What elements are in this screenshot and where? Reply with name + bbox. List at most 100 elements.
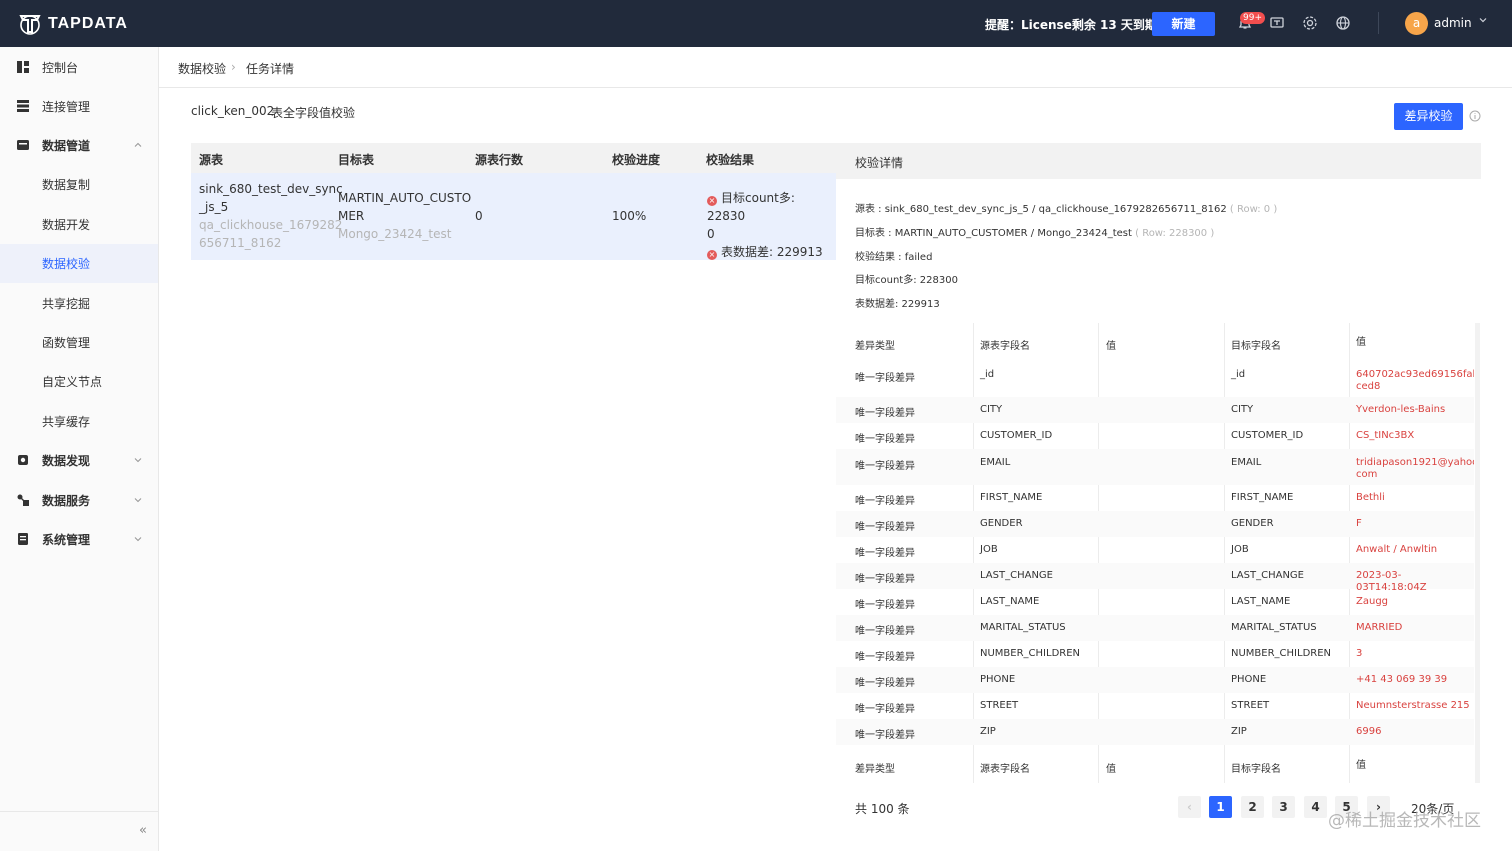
diff-type-cell: 唯一字段差异 [855,522,915,533]
sidebar-item-shared-cache[interactable]: 共享缓存 [0,402,158,441]
diff-type-cell: 唯一字段差异 [855,652,915,663]
settings-icon[interactable] [1301,14,1319,32]
column-header: 值 [1106,341,1116,352]
diff-type-cell: 唯一字段差异 [855,408,915,419]
diff-verify-button[interactable]: 差异校验 [1394,103,1463,130]
target-value-cell: 6996 [1356,726,1382,737]
target-value-cell: 640702ac93ed69156fab ced8 [1356,369,1474,392]
chevron-up-icon [134,142,142,147]
table-row: 唯一字段差异 STREET STREET Neumnsterstrasse 215 [836,693,1474,719]
target-field-cell: CITY [1231,404,1254,415]
detail-header: 校验详情 [836,143,1481,179]
source-field-cell: LAST_CHANGE [980,570,1053,581]
diff-table: 差异类型 源表字段名 值 目标字段名 值 唯一字段差异 _id _id 640702a… [836,323,1474,783]
sidebar-item-custom-nodes[interactable]: 自定义节点 [0,362,158,401]
sidebar-item-label: 控制台 [42,61,79,75]
sidebar-item-data-verify[interactable]: 数据校验 [0,244,158,283]
table-row: 唯一字段差异 PHONE PHONE +41 43 069 39 39 [836,667,1474,693]
detail-source-rows: ( Row: 0 ) [1229,204,1278,215]
target-table-name: MARTIN_AUTO_CUSTO [338,191,472,205]
logo[interactable]: TAPDATA [18,12,128,36]
sidebar-item-data-dev[interactable]: 数据开发 [0,205,158,244]
sidebar-item-connections[interactable]: 连接管理 [0,87,158,126]
avatar[interactable]: a [1405,12,1428,35]
source-field-cell: PHONE [980,674,1016,685]
table-header: 源表 目标表 源表行数 校验进度 校验结果 [191,143,836,173]
source-connection-cont: 656711_8162 [199,236,282,250]
sidebar-item-functions[interactable]: 函数管理 [0,323,158,362]
source-field-cell: MARITAL_STATUS [980,622,1066,633]
pagination-page-3[interactable]: 3 [1272,796,1295,818]
source-field-cell: CITY [980,404,1003,415]
sidebar-collapse-button[interactable]: « [0,811,158,851]
target-value-cell: F [1356,518,1362,529]
target-value-cell: Bethli [1356,492,1385,503]
target-value-cell: Anwalt / Anwltin [1356,544,1438,555]
scrollbar[interactable] [1475,323,1480,783]
pagination-page-2[interactable]: 2 [1241,796,1264,818]
sidebar-item-pipeline[interactable]: 数据管道 [0,126,158,165]
globe-icon[interactable] [1334,14,1352,32]
target-field-cell: LAST_NAME [1231,596,1291,607]
table-row: 唯一字段差异 JOB JOB Anwalt / Anwltin [836,537,1474,563]
sidebar-item-data-copy[interactable]: 数据复制 [0,165,158,204]
discovery-icon [18,455,28,465]
sidebar-item-discovery[interactable]: 数据发现 [0,441,158,480]
target-table-name-cont: MER [338,209,365,223]
target-value-cell: MARRIED [1356,622,1403,633]
sidebar-item-shared-mining[interactable]: 共享挖掘 [0,284,158,323]
target-value-cell: +41 43 069 39 39 [1356,674,1448,685]
sidebar-item-label: 自定义节点 [42,375,103,389]
target-value-cell: 3 [1356,648,1363,659]
target-field-cell: LAST_CHANGE [1231,570,1304,581]
chevron-down-icon[interactable] [1477,14,1489,26]
target-field-cell: CUSTOMER_ID [1231,430,1304,441]
target-value-cell: Zaugg [1356,596,1389,607]
chevron-down-icon [134,458,142,463]
chevron-right-icon: › [231,60,236,74]
column-header: 目标字段名 [1231,764,1281,775]
table-row[interactable]: sink_680_test_dev_sync _js_5 qa_clickhou… [191,173,836,260]
result-data-diff: 表数据差: 229913 [721,245,823,259]
column-header: 校验进度 [612,153,661,167]
table-row: 唯一字段差异 EMAIL EMAIL tridiapason1921@yahoo. c… [836,449,1474,485]
pagination-page-4[interactable]: 4 [1304,796,1327,818]
user-name[interactable]: admin [1434,16,1472,30]
sidebar-item-services[interactable]: 数据服务 [0,481,158,520]
detail-data-diff: 表数据差: 229913 [855,299,940,310]
detail-panel: 校验详情 源表 : sink_680_test_dev_sync_js_5 / … [836,143,1481,820]
pagination-prev-button[interactable]: ‹ [1178,796,1201,818]
target-value-cell: Neumnsterstrasse 215 [1356,700,1470,711]
sidebar-item-label: 数据复制 [42,178,91,192]
table-row: 唯一字段差异 FIRST_NAME FIRST_NAME Bethli [836,485,1474,511]
sidebar-item-label: 数据开发 [42,218,91,232]
sidebar-item-label: 函数管理 [42,336,91,350]
source-field-cell: ZIP [980,726,996,737]
column-header: 目标字段名 [1231,341,1281,352]
chevron-down-icon [134,537,142,542]
target-field-cell: JOB [1231,544,1249,555]
source-field-cell: GENDER [980,518,1023,529]
new-button[interactable]: 新建 [1152,12,1215,36]
sidebar-item-system[interactable]: 系统管理 [0,520,158,559]
table-row: 唯一字段差异 LAST_NAME LAST_NAME Zaugg [836,589,1474,615]
target-connection: Mongo_23424_test [338,227,452,241]
breadcrumb: 数据校验 › 任务详情 [159,47,1512,88]
source-field-cell: JOB [980,544,998,555]
detail-source: 源表 : sink_680_test_dev_sync_js_5 / qa_cl… [855,200,1277,215]
breadcrumb-parent[interactable]: 数据校验 [178,60,226,77]
sidebar-item-dashboard[interactable]: 控制台 [0,48,158,87]
pagination-page-1[interactable]: 1 [1209,796,1232,818]
column-header: 值 [1356,760,1366,771]
diff-type-cell: 唯一字段差异 [855,434,915,445]
watermark: @稀土掘金技术社区 [1328,811,1481,831]
info-icon[interactable] [1469,110,1481,122]
pipeline-icon [17,140,29,150]
collapse-icon: « [139,823,147,838]
source-table-name-cont: _js_5 [199,200,229,214]
detail-count-more: 目标count多: 228300 [855,275,958,286]
brand-name: TAPDATA [48,15,128,32]
summary-table: 源表 目标表 源表行数 校验进度 校验结果 sink_680_test_dev_… [191,143,836,260]
message-icon[interactable] [1268,14,1286,32]
source-field-cell: FIRST_NAME [980,492,1043,503]
